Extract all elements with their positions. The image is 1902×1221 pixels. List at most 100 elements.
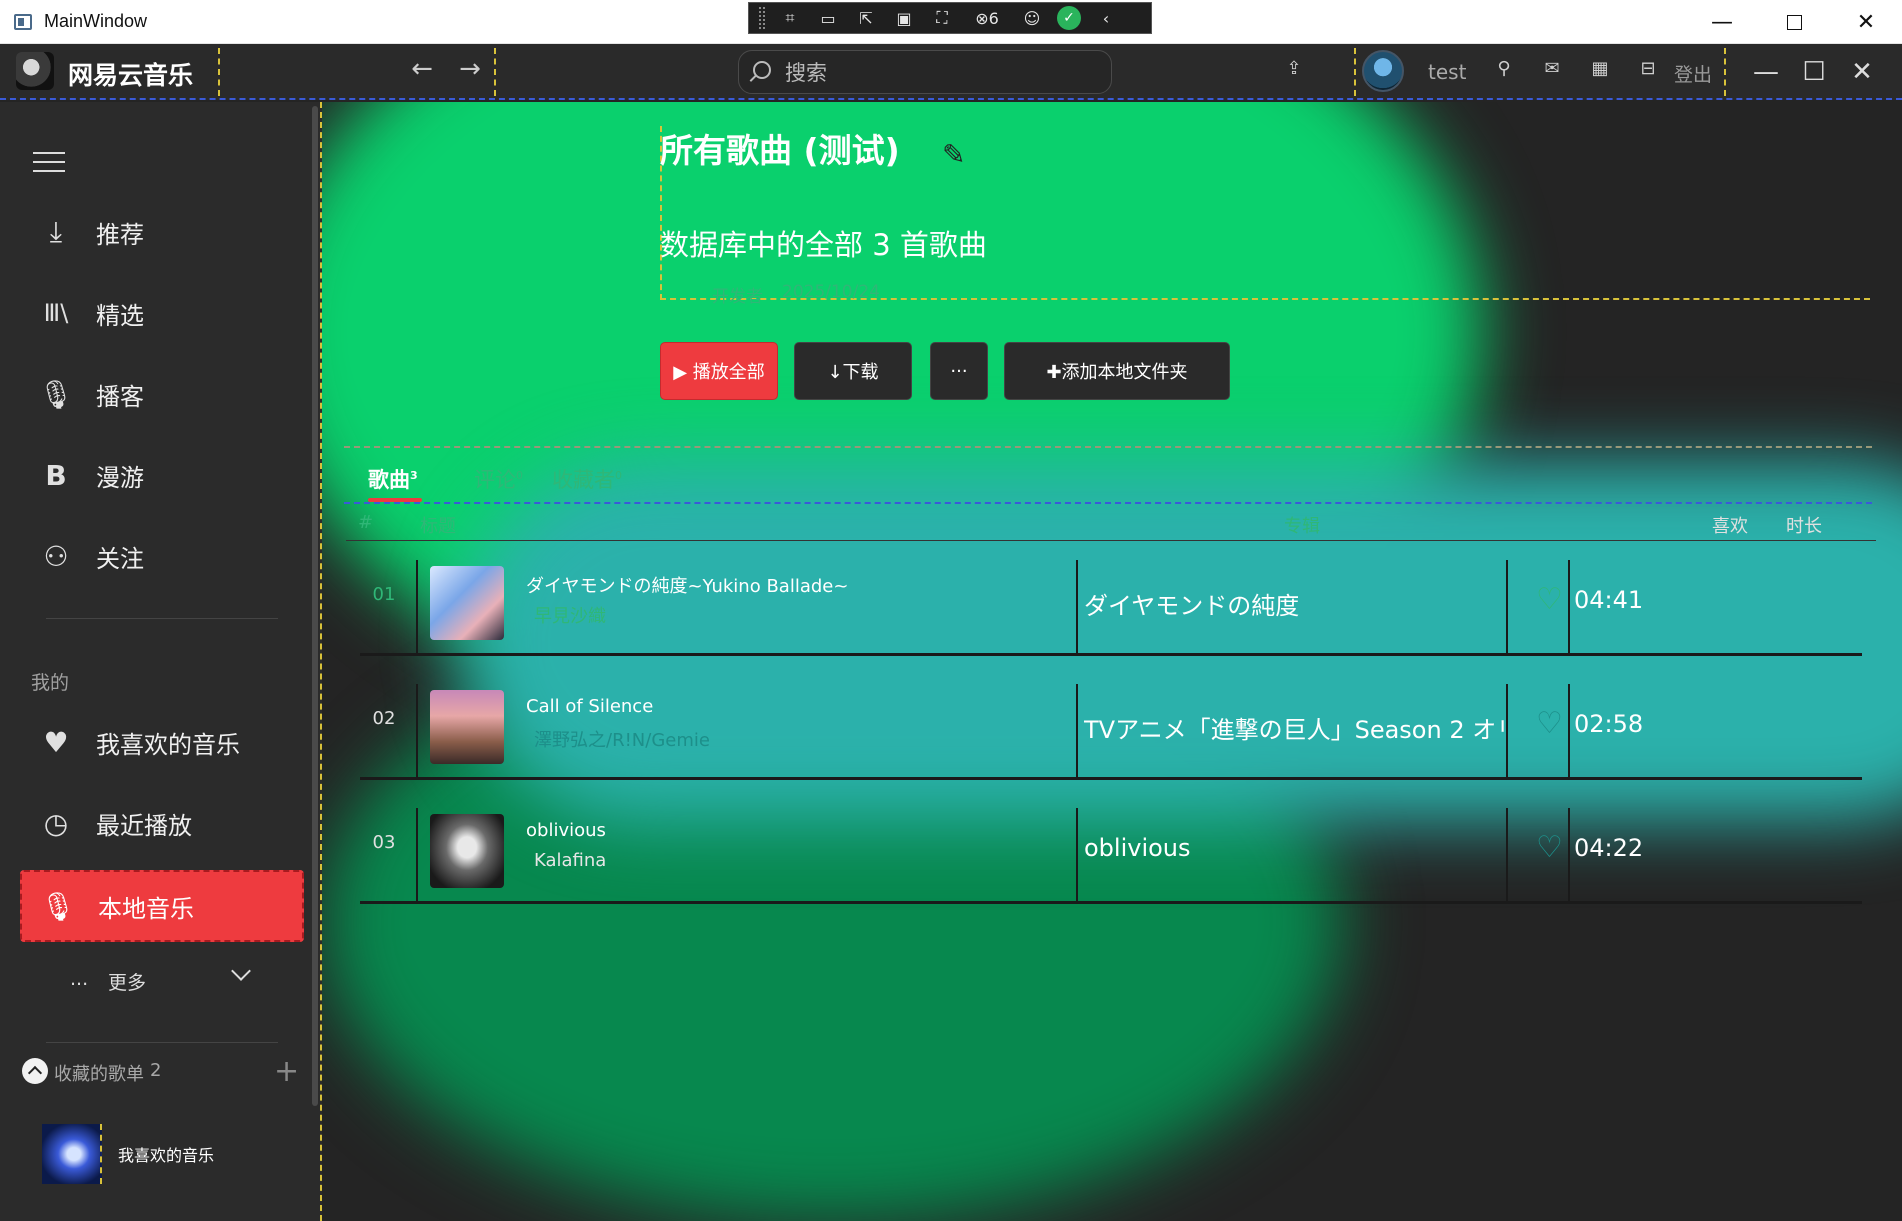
microphone-icon: 🎙︎ [38,377,74,411]
song-duration: 04:41 [1574,586,1644,614]
accessibility-icon[interactable]: ☺ [1019,6,1045,30]
window-maximize-button[interactable] [1762,6,1826,38]
inspect-icon[interactable]: ⌗ [777,6,803,30]
heart-outline-icon[interactable]: ♡ [1536,830,1563,865]
song-cover [430,814,504,888]
sidebar-divider [46,1042,278,1043]
cell-divider [1076,684,1078,780]
app-minimize-button[interactable]: — [1746,52,1786,92]
binding-errors-count: 6 [988,8,999,28]
page-subtitle: 数据库中的全部 3 首歌曲 [660,228,987,262]
song-index: 02 [372,708,396,729]
logout-label[interactable]: 登出 [1674,60,1712,87]
app-close-button[interactable]: ✕ [1842,52,1882,92]
sidebar-scrollbar[interactable] [312,106,318,1106]
playlist-item[interactable]: 我喜欢的音乐 [40,1122,310,1186]
download-icon: ⤓ [49,215,63,248]
song-artist[interactable]: 早見沙織 [534,602,606,628]
song-artist[interactable]: Kalafina [534,850,606,871]
cell-divider [1506,684,1508,780]
tab-songs[interactable]: 歌曲3 [368,464,418,494]
app-maximize-button[interactable]: ☐ [1794,52,1834,92]
song-title: oblivious [526,820,606,841]
avatar[interactable] [1362,50,1404,92]
select-element-icon[interactable]: ⇱ [853,6,879,30]
cell-divider [416,560,418,656]
heart-outline-icon[interactable]: ♡ [1536,706,1563,741]
song-artist[interactable]: 澤野弘之/R!N/Gemie [534,726,710,752]
sidebar-item-follow[interactable]: ⚇ 关注 [20,520,304,592]
song-title: Call of Silence [526,696,654,717]
calendar-icon[interactable]: ▦ [1586,58,1614,84]
window-title: MainWindow [44,11,148,31]
display-layout-icon[interactable]: ▣ [891,6,917,30]
sidebar-item-label: 我喜欢的音乐 [96,730,240,759]
library-icon: Ⅲ\ [43,299,69,327]
tab-label: 评论 [474,468,516,492]
bold-b-icon: B [45,458,67,492]
sidebar-item-liked-music[interactable]: ♥ 我喜欢的音乐 [20,706,304,778]
play-all-button[interactable]: ▶ 播放全部 [660,342,778,400]
heart-outline-icon[interactable]: ♡ [1536,582,1563,617]
playlist-cover [42,1124,102,1184]
sidebar-item-local-music[interactable]: 🎙︎ 本地音乐 [20,870,304,942]
sidebar-item-recommend[interactable]: ⤓ 推荐 [20,196,304,268]
window-app-icon [14,14,32,30]
tab-badge: 3 [410,469,418,482]
chevron-up-icon[interactable] [22,1058,48,1084]
checkmark-icon[interactable]: ✓ [1057,6,1081,30]
cell-divider [1568,560,1570,656]
username[interactable]: test [1428,60,1466,84]
upload-icon[interactable]: ⇪ [1280,58,1308,84]
plus-icon[interactable]: + [274,1054,299,1089]
column-header-duration[interactable]: 时长 [1786,512,1822,538]
tab-badge: 0 [615,469,622,482]
table-row[interactable]: 01 ダイヤモンドの純度~Yukino Ballade~ 早見沙織 ダイヤモンド… [360,546,1862,656]
binding-errors-icon[interactable]: ⊗ 6 [967,6,1007,30]
table-row[interactable]: 02 Call of Silence 澤野弘之/R!N/Gemie TVアニメ「… [360,670,1862,780]
tab-label: 收藏者 [552,468,615,492]
sidebar-item-recent[interactable]: ◷ 最近播放 [20,787,304,859]
search-box[interactable] [738,50,1112,94]
collected-playlists-header: 收藏的歌单 2 + [20,1054,302,1089]
microphone-icon: 🎙︎ [40,889,76,923]
track-focus-icon[interactable]: ⛶ [929,6,955,30]
song-album[interactable]: oblivious [1084,834,1504,862]
ellipsis-icon: ... [70,968,89,990]
sidebar-item-label: 精选 [96,301,144,330]
tab-collectors[interactable]: 收藏者0 [552,464,622,494]
sidebar-item-podcast[interactable]: 🎙︎ 播客 [20,358,304,430]
mail-icon[interactable]: ✉ [1538,58,1566,84]
more-button[interactable]: ··· [930,342,988,400]
table-row[interactable]: 03 oblivious Kalafina oblivious ♡ 04:22 [360,794,1862,904]
column-header-title[interactable]: 标题 [420,512,456,538]
sidebar-more-toggle[interactable]: ... 更多 [66,961,266,1000]
menu-icon[interactable] [33,152,65,174]
collapse-chevron-icon[interactable]: ‹ [1093,6,1119,30]
cell-divider [416,684,418,780]
pencil-icon[interactable]: ✎ [942,138,965,171]
user-settings-icon[interactable]: ⚲ [1490,58,1518,84]
record-icon[interactable]: ▭ [815,6,841,30]
song-album[interactable]: TVアニメ「進撃の巨人」Season 2 オリ [1084,710,1504,745]
sidebar-item-featured[interactable]: Ⅲ\ 精选 [20,277,304,349]
window-close-button[interactable]: ✕ [1834,6,1898,38]
sidebar-item-roam[interactable]: B 漫游 [20,439,304,511]
sidebar-divider [46,618,278,619]
back-arrow-icon[interactable]: ← [404,54,440,84]
logout-icon[interactable]: ⊟ [1634,58,1662,84]
clock-icon: ◷ [43,806,69,840]
song-index: 01 [372,584,396,605]
download-button[interactable]: ↓下载 [794,342,912,400]
heart-icon: ♥ [43,725,69,759]
tab-comments[interactable]: 评论0 [474,464,523,494]
collected-playlists-label: 收藏的歌单 [54,1064,144,1085]
window-minimize-button[interactable]: — [1690,6,1754,38]
forward-arrow-icon[interactable]: → [452,54,488,84]
search-input[interactable] [785,59,1085,87]
page-title: 所有歌曲 (测试) [660,131,900,170]
grip-icon[interactable] [759,7,765,29]
song-album[interactable]: ダイヤモンドの純度 [1084,586,1504,621]
add-local-folder-button[interactable]: ✚添加本地文件夹 [1004,342,1230,400]
column-header-album[interactable]: 专辑 [1284,512,1320,538]
